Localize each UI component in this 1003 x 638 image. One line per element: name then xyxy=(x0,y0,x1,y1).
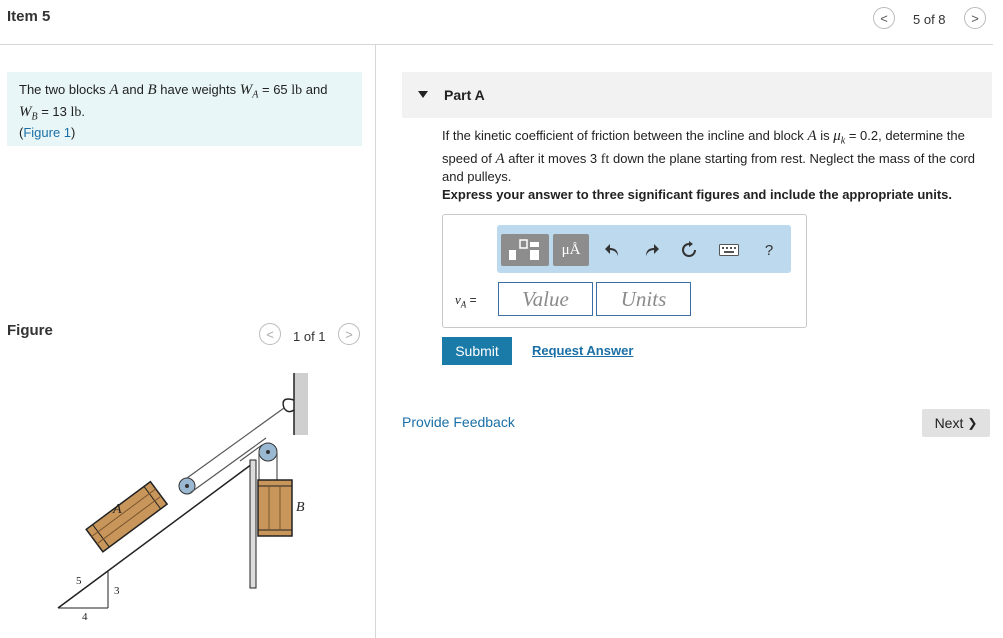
header-divider xyxy=(0,44,993,45)
answer-box: μÅ ? vA = Value Units xyxy=(442,214,807,328)
undo-icon xyxy=(605,244,618,256)
item-title: Item 5 xyxy=(7,8,51,25)
chevron-right-icon: > xyxy=(971,10,979,26)
weight-a-value: = 65 xyxy=(258,82,288,97)
problem-text: have weights xyxy=(160,82,237,97)
slope-label-4: 4 xyxy=(82,611,88,623)
instruction-text: Express your answer to three significant… xyxy=(442,187,952,202)
submit-button[interactable]: Submit xyxy=(442,337,512,365)
figure-heading: Figure xyxy=(7,322,53,339)
help-button[interactable]: ? xyxy=(755,234,783,266)
question-var-a: A xyxy=(495,150,505,167)
chevron-right-icon: ❯ xyxy=(967,416,978,430)
question-segment: If the kinetic coefficient of friction b… xyxy=(442,128,804,143)
request-answer-link[interactable]: Request Answer xyxy=(532,343,633,358)
weight-a-symbol: W xyxy=(239,82,253,98)
chevron-left-icon: < xyxy=(880,10,888,26)
block-b xyxy=(257,479,293,537)
prev-item-button[interactable]: < xyxy=(873,7,895,29)
reset-icon xyxy=(682,241,696,257)
support-post xyxy=(249,459,257,589)
units-input[interactable]: Units xyxy=(596,282,691,316)
pulley-top-hub xyxy=(266,450,270,454)
next-button-label: Next xyxy=(934,415,964,431)
wall xyxy=(294,373,308,435)
help-icon: ? xyxy=(764,241,774,259)
value-input[interactable]: Value xyxy=(498,282,593,316)
figure-link[interactable]: Figure 1 xyxy=(23,125,71,140)
problem-text: and xyxy=(122,82,144,97)
part-title: Part A xyxy=(444,87,485,103)
problem-text: . xyxy=(81,103,86,119)
weight-b-unit: lb xyxy=(70,104,82,120)
value-placeholder: Value xyxy=(522,286,569,311)
undo-button[interactable] xyxy=(599,234,627,266)
answer-label-equals: = xyxy=(466,293,477,307)
panel-divider xyxy=(375,45,376,638)
math-toolbar: μÅ ? xyxy=(497,225,791,273)
question-var-a: A xyxy=(807,128,817,144)
weight-b-symbol: W xyxy=(19,103,32,120)
redo-icon xyxy=(646,244,659,256)
figure-diagram: 5 3 4 A B xyxy=(57,373,308,623)
redo-button[interactable] xyxy=(637,234,665,266)
block-a-label: A xyxy=(112,502,122,517)
question-unit: ft xyxy=(600,151,610,167)
units-placeholder: Units xyxy=(620,286,667,311)
next-item-button[interactable]: > xyxy=(964,7,986,29)
keyboard-icon xyxy=(719,244,739,256)
templates-icon xyxy=(509,239,539,260)
reset-button[interactable] xyxy=(675,234,703,266)
prev-figure-button[interactable]: < xyxy=(259,323,281,345)
units-icon: μÅ xyxy=(561,241,581,258)
chevron-left-icon: < xyxy=(266,326,274,342)
templates-button[interactable] xyxy=(501,234,549,266)
problem-statement: The two blocks A and B have weights WA =… xyxy=(7,72,362,146)
next-button[interactable]: Next ❯ xyxy=(922,409,990,437)
var-b: B xyxy=(147,82,157,98)
weight-b-value: = 13 xyxy=(37,103,67,119)
var-a: A xyxy=(109,82,119,98)
collapse-triangle-icon[interactable] xyxy=(418,91,428,98)
problem-text: The two blocks xyxy=(19,82,106,97)
weight-a-unit: lb xyxy=(291,83,303,98)
next-figure-button[interactable]: > xyxy=(338,323,360,345)
provide-feedback-link[interactable]: Provide Feedback xyxy=(402,414,515,430)
problem-text: ) xyxy=(71,125,76,141)
question-segment: after it moves 3 xyxy=(508,150,598,166)
question-mu: μ xyxy=(833,128,841,144)
question-text: If the kinetic coefficient of friction b… xyxy=(442,127,990,185)
answer-label: vA = xyxy=(455,292,477,310)
part-a-header[interactable]: Part A xyxy=(402,72,992,118)
pulley-a-hub xyxy=(185,484,189,488)
slope-label-5: 5 xyxy=(76,575,82,587)
chevron-right-icon: > xyxy=(345,326,353,342)
wall-hook xyxy=(282,398,295,413)
units-button[interactable]: μÅ xyxy=(553,234,589,266)
header: Item 5 < 5 of 8 > xyxy=(0,0,1003,40)
item-pager-text: 5 of 8 xyxy=(913,12,946,27)
question-segment: is xyxy=(820,128,830,143)
keyboard-button[interactable] xyxy=(715,234,743,266)
slope-label-3: 3 xyxy=(114,585,120,597)
problem-text: and xyxy=(305,82,328,97)
block-b-label: B xyxy=(296,500,305,515)
figure-pager-text: 1 of 1 xyxy=(293,329,326,344)
